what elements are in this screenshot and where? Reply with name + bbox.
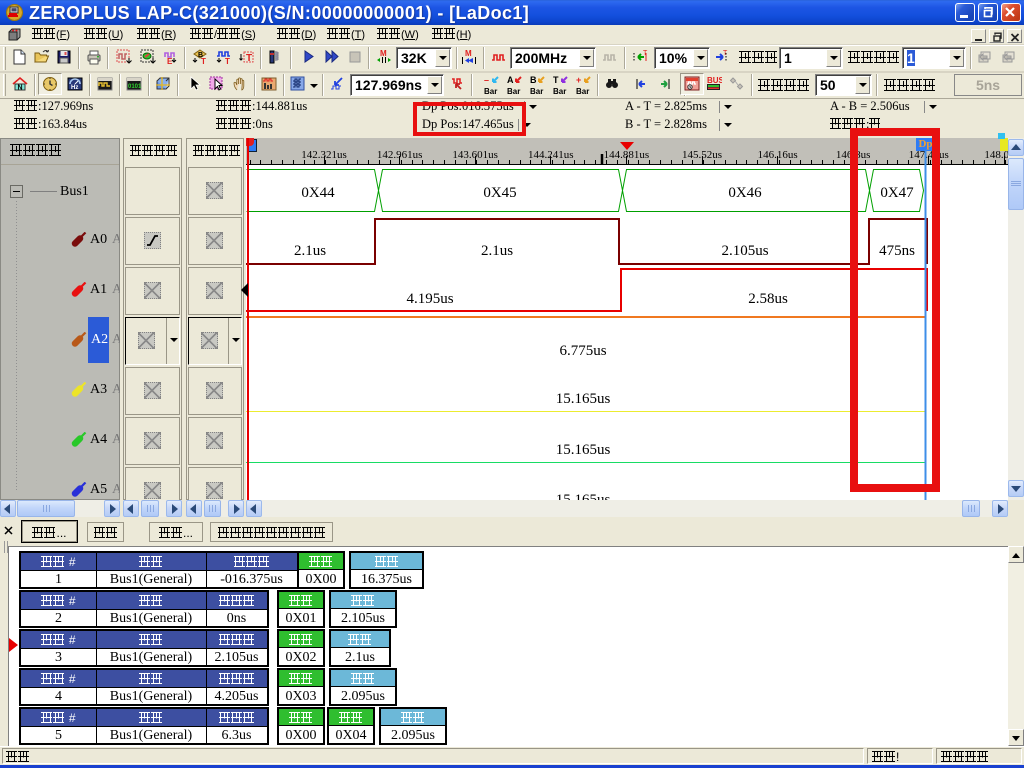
svg-text:T: T [225,57,230,65]
svg-text:0X45: 0X45 [483,185,516,201]
svg-text:M: M [380,49,387,58]
svg-text:Hz: Hz [71,85,78,91]
svg-text:Bar: Bar [530,87,543,95]
svg-text:T: T [201,57,206,65]
svg-text:Bar: Bar [576,87,589,95]
svg-text:0X44: 0X44 [301,185,335,201]
svg-text:4.195us: 4.195us [406,291,453,307]
svg-text:2.105us: 2.105us [721,243,768,259]
svg-text:T: T [553,75,559,85]
svg-text:6.775us: 6.775us [559,343,606,359]
svg-text:B: B [530,75,537,85]
svg-text:A: A [507,75,514,85]
svg-text:15.165us: 15.165us [556,442,611,458]
svg-text:T: T [643,50,648,57]
svg-text:15.165us: 15.165us [556,391,611,407]
svg-text:T: T [246,53,252,64]
svg-text:BUS: BUS [707,76,722,85]
svg-text:0X46: 0X46 [728,185,762,201]
svg-text:15.165us: 15.165us [556,492,611,500]
svg-text:2.1us: 2.1us [481,243,513,259]
svg-text:N: N [18,85,23,92]
svg-text:2.1us: 2.1us [294,243,326,259]
svg-text:+: + [576,75,581,85]
svg-text:Bar: Bar [507,87,520,95]
svg-text:2.58us: 2.58us [748,291,788,307]
svg-text:Bar: Bar [553,87,566,95]
svg-text:E: E [167,57,173,65]
svg-text:–: – [484,75,489,85]
svg-text:0101: 0101 [128,84,142,90]
svg-text:Bar: Bar [484,87,497,95]
svg-text:M: M [465,49,472,58]
